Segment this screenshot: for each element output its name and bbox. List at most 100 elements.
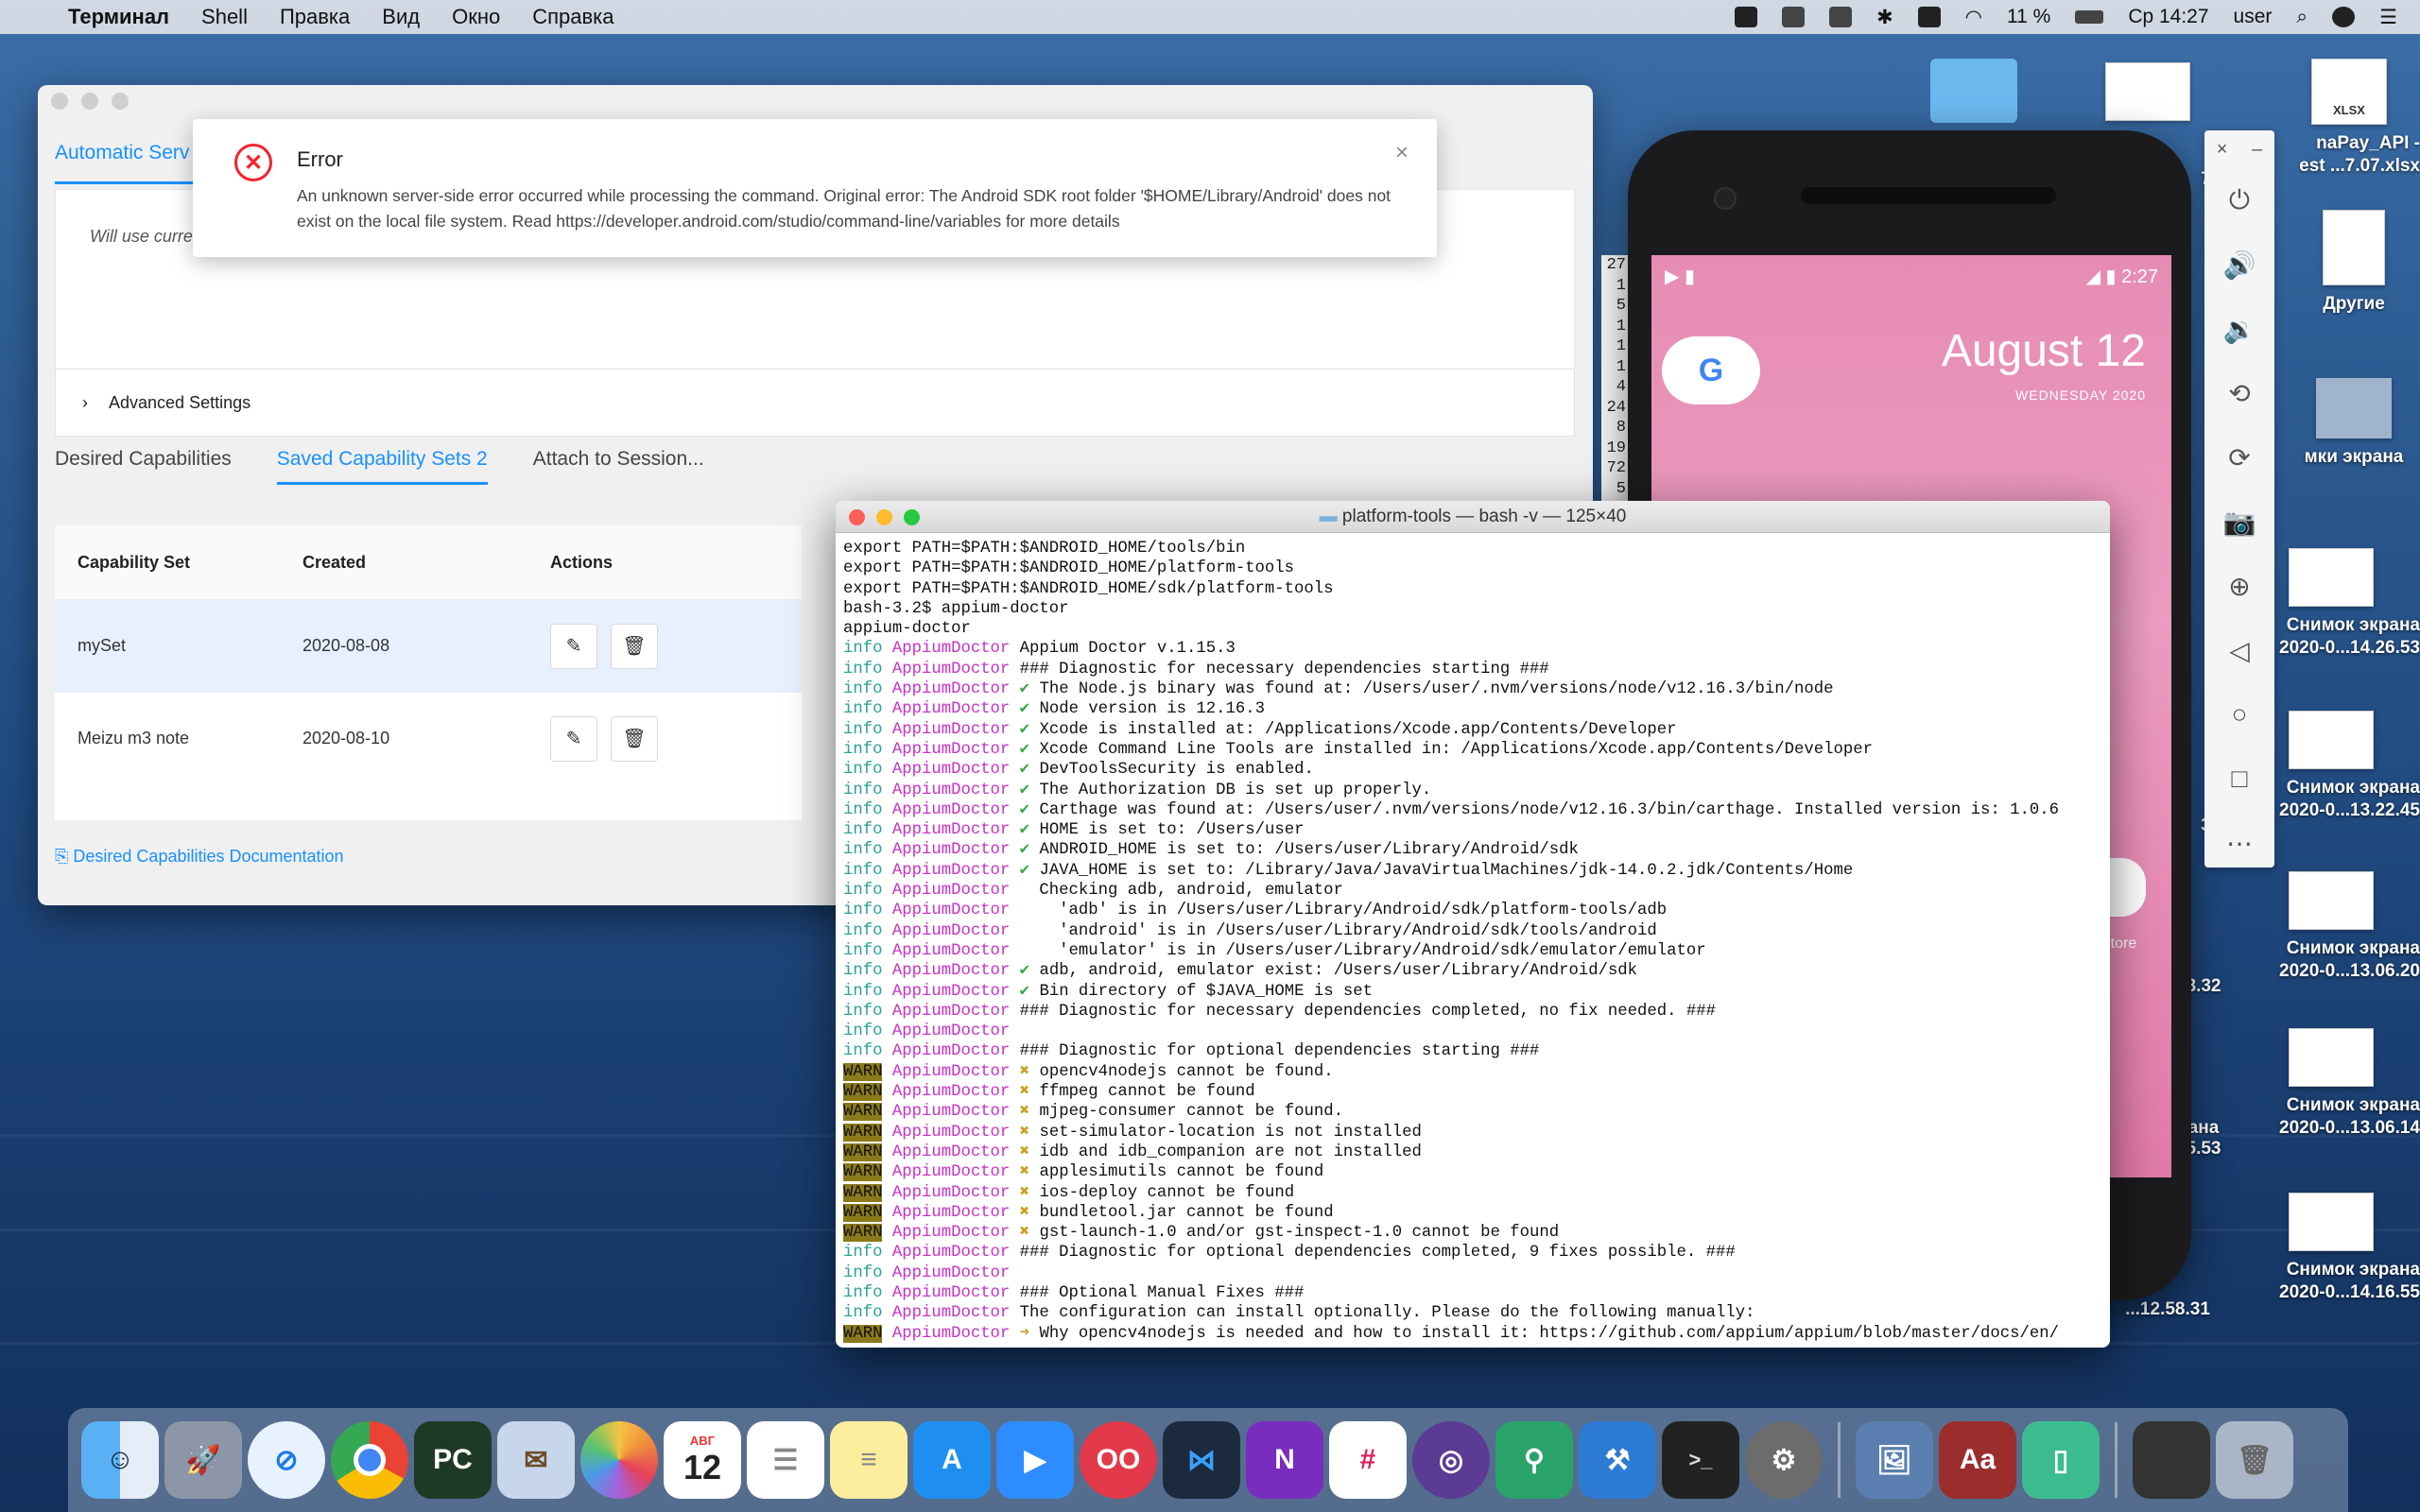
reminders-icon[interactable]: ☰ — [747, 1421, 824, 1499]
app-store-icon[interactable]: A — [913, 1421, 991, 1499]
more-icon[interactable]: ⋯ — [2204, 811, 2274, 875]
header-actions: Actions — [550, 552, 614, 572]
battery-text[interactable]: 11 % — [2007, 6, 2050, 28]
volume-down-icon[interactable]: 🔉 — [2204, 297, 2274, 361]
clock[interactable]: Ср 14:27 — [2128, 6, 2208, 28]
terminal-line: bash-3.2$ appium-doctor — [843, 599, 1069, 618]
desktop-screenshot[interactable]: Снимок экрана 2020-0...13.06.20 — [2242, 871, 2420, 983]
terminal-line: WARN AppiumDoctor ✖ ios-deploy cannot be… — [843, 1183, 1295, 1202]
overview-icon[interactable]: □ — [2204, 747, 2274, 811]
close-icon[interactable]: × — [1395, 140, 1409, 166]
desktop-file-xlsx[interactable]: XLSX naPay_API - est ...7.07.xlsx — [2278, 59, 2420, 178]
safari-icon[interactable]: ⊘ — [248, 1421, 325, 1499]
terminal-line: WARN AppiumDoctor ✖ set-simulator-locati… — [843, 1123, 1422, 1142]
terminal-icon[interactable]: >_ — [1662, 1421, 1739, 1499]
menu-help[interactable]: Справка — [532, 5, 614, 29]
emulator-toolbar: × – ⏻ 🔊 🔉 ⟲ ⟳ 📷 ⊕ ◁ ○ □ ⋯ — [2204, 130, 2274, 868]
launchpad-icon[interactable]: 🚀 — [164, 1421, 242, 1499]
calendar-icon[interactable]: АВГ 12 — [664, 1421, 741, 1499]
desktop-screenshot[interactable]: Снимок экрана 2020-0...13.06.14 — [2242, 1028, 2420, 1140]
mail-icon[interactable]: ✉ — [497, 1421, 575, 1499]
chevron-right-icon: › — [82, 392, 88, 412]
wifi-icon[interactable]: ◠ — [1965, 6, 1982, 29]
home-icon[interactable]: ○ — [2204, 682, 2274, 747]
photos-icon[interactable] — [580, 1421, 658, 1499]
google-search-widget[interactable]: G — [1662, 336, 1760, 404]
app-icon[interactable]: ◎ — [1412, 1421, 1490, 1499]
slack-icon[interactable]: # — [1329, 1421, 1407, 1499]
zoom-icon[interactable] — [1735, 7, 1758, 27]
zoom-app-icon[interactable]: ▶ — [996, 1421, 1074, 1499]
edit-button[interactable]: ✎ — [550, 715, 597, 762]
capabilities-docs-link[interactable]: ⎘ Desired Capabilities Documentation — [55, 847, 344, 867]
power-icon[interactable]: ⏻ — [2204, 168, 2274, 232]
menu-view[interactable]: Вид — [382, 5, 420, 29]
advanced-settings-toggle[interactable]: › Advanced Settings — [55, 369, 1575, 437]
zoom-window-button[interactable] — [112, 93, 129, 110]
control-center-icon[interactable]: ☰ — [2379, 6, 2397, 29]
bluetooth-icon[interactable]: ✱ — [1876, 6, 1893, 29]
xcode-icon[interactable]: ⚒ — [1579, 1421, 1656, 1499]
table-row[interactable]: Meizu m3 note 2020-08-10 ✎ 🗑 — [55, 692, 802, 784]
delete-button[interactable]: 🗑 — [611, 623, 658, 669]
recent-window-icon[interactable] — [2133, 1421, 2210, 1499]
dictionary-icon[interactable]: Aa — [1939, 1421, 2016, 1499]
terminal-window[interactable]: ▬ platform-tools — bash -v — 125×40 expo… — [836, 501, 2110, 1348]
tab-attach-to-session[interactable]: Attach to Session... — [533, 448, 704, 485]
google-icon: G — [1698, 352, 1724, 388]
edit-button[interactable]: ✎ — [550, 623, 597, 669]
close-window-button[interactable] — [51, 93, 68, 110]
desktop-folder-screenshots[interactable]: мки экрана — [2288, 378, 2420, 469]
tab-automatic-server[interactable]: Automatic Serv — [55, 142, 189, 164]
camera-icon — [1714, 187, 1737, 210]
chrome-icon[interactable] — [331, 1421, 408, 1499]
menu-edit[interactable]: Правка — [280, 5, 350, 29]
error-notification: ✕ Error An unknown server-side error occ… — [193, 119, 1437, 257]
appium-icon[interactable]: ⚲ — [1495, 1421, 1573, 1499]
back-icon[interactable]: ◁ — [2204, 618, 2274, 682]
app-icon[interactable]: ⋈ — [1163, 1421, 1240, 1499]
desktop-file-others[interactable]: Другие — [2288, 210, 2420, 316]
siri-icon[interactable] — [2332, 7, 2356, 27]
minimize-window-button[interactable] — [876, 509, 892, 525]
preview-icon[interactable]: 🖼 — [1856, 1421, 1933, 1499]
rotate-left-icon[interactable]: ⟲ — [2204, 361, 2274, 425]
menu-shell[interactable]: Shell — [201, 5, 248, 29]
trash-icon: 🗑 — [622, 729, 647, 749]
zoom-icon[interactable]: ⊕ — [2204, 554, 2274, 618]
app-icon[interactable]: OO — [1080, 1421, 1157, 1499]
pycharm-icon[interactable]: PC — [414, 1421, 492, 1499]
screenshot-icon[interactable]: 📷 — [2204, 490, 2274, 554]
minimize-window-button[interactable] — [81, 93, 98, 110]
notes-icon[interactable]: ≡ — [830, 1421, 908, 1499]
system-preferences-icon[interactable]: ⚙ — [1745, 1421, 1823, 1499]
close-window-button[interactable] — [849, 509, 865, 525]
battery-icon[interactable] — [2075, 10, 2104, 24]
close-icon[interactable]: × — [2217, 139, 2228, 161]
table-row[interactable]: mySet 2020-08-08 ✎ 🗑 — [55, 599, 802, 692]
menu-window[interactable]: Окно — [452, 5, 500, 29]
terminal-output[interactable]: export PATH=$PATH:$ANDROID_HOME/tools/bi… — [836, 533, 2110, 1348]
search-icon[interactable]: ⌕ — [2296, 6, 2308, 28]
airplay-icon[interactable] — [1829, 7, 1853, 27]
tab-desired-capabilities[interactable]: Desired Capabilities — [55, 448, 232, 485]
rotate-right-icon[interactable]: ⟳ — [2204, 425, 2274, 490]
delete-button[interactable]: 🗑 — [611, 715, 658, 762]
volume-up-icon[interactable]: 🔊 — [2204, 232, 2274, 297]
folder-icon[interactable] — [1930, 59, 2017, 123]
terminal-titlebar[interactable]: ▬ platform-tools — bash -v — 125×40 — [836, 501, 2110, 533]
menu-app[interactable]: Терминал — [68, 5, 169, 29]
terminal-line: info AppiumDoctor The configuration can … — [843, 1304, 1755, 1323]
desktop-screenshot[interactable]: Снимок экрана 2020-0...14.16.55 — [2242, 1193, 2420, 1304]
app-icon[interactable]: ▯ — [2022, 1421, 2100, 1499]
trash-icon[interactable]: 🗑 — [2216, 1421, 2293, 1499]
zoom-window-button[interactable] — [904, 509, 920, 525]
user-name[interactable]: user — [2234, 6, 2273, 28]
lock-icon[interactable] — [1782, 7, 1806, 27]
minimize-icon[interactable]: – — [2252, 139, 2262, 161]
onenote-icon[interactable]: N — [1246, 1421, 1323, 1499]
input-source-icon[interactable] — [1917, 7, 1941, 27]
finder-icon[interactable]: ☺ — [81, 1421, 159, 1499]
tab-saved-capability-sets[interactable]: Saved Capability Sets 2 — [276, 448, 488, 485]
desktop-icon[interactable] — [2100, 62, 2195, 129]
